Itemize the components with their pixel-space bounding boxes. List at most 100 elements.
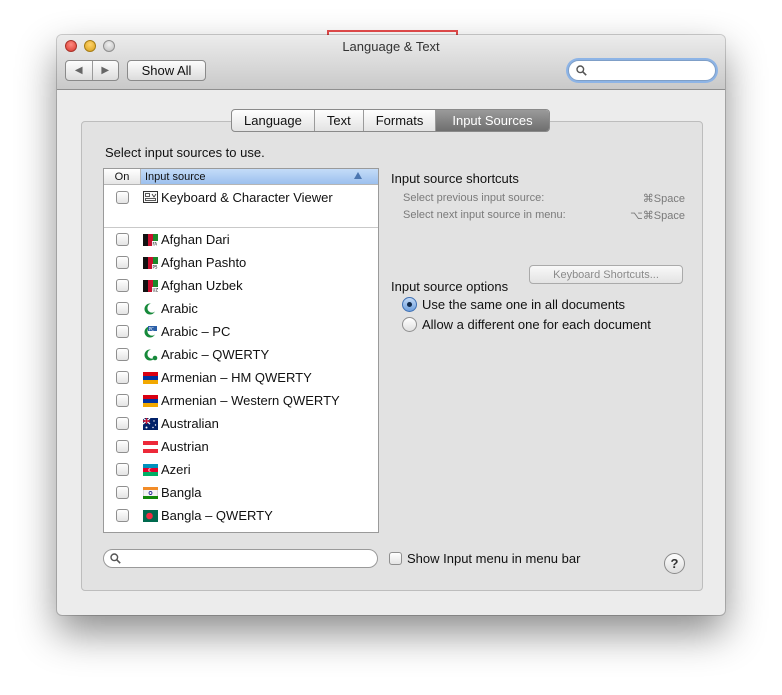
search-icon (576, 65, 587, 76)
enable-checkbox[interactable] (116, 394, 129, 407)
option-different-per-document[interactable]: Allow a different one for each document (402, 317, 651, 332)
previous-source-key: ⌘Space (642, 193, 685, 205)
keyboard-shortcuts-button[interactable]: Keyboard Shortcuts... (529, 265, 683, 284)
enable-checkbox[interactable] (116, 486, 129, 499)
enable-checkbox[interactable] (116, 371, 129, 384)
list-item[interactable]: Bangla – QWERTY (104, 504, 378, 527)
bangladesh-flag-icon (143, 509, 158, 522)
bangla-icon (143, 486, 158, 499)
preferences-search-field[interactable] (568, 60, 716, 81)
list-item[interactable]: Arabic – QWERTY (104, 343, 378, 366)
forward-button[interactable]: ▶ (91, 61, 119, 80)
armenia-flag-icon (143, 394, 158, 407)
window-title: Language & Text (342, 39, 440, 54)
afghanistan-flag-icon: FA (143, 233, 158, 246)
tab-language[interactable]: Language (232, 110, 314, 131)
list-item-label: Afghan Dari (161, 232, 230, 247)
previous-source-label: Select previous input source: (403, 192, 545, 204)
tab-bar: Language Text Formats Input Sources (231, 109, 550, 132)
list-item[interactable]: Armenian – HM QWERTY (104, 366, 378, 389)
enable-checkbox[interactable] (116, 348, 129, 361)
column-header-input-source[interactable]: Input source (141, 169, 378, 184)
azerbaijan-flag-icon (143, 463, 158, 476)
enable-checkbox[interactable] (116, 190, 129, 204)
enable-checkbox[interactable] (116, 302, 129, 315)
radio-same-in-all[interactable] (402, 297, 417, 312)
preferences-window: Language & Text ◀ ▶ Show All Language Te… (57, 35, 725, 615)
list-item[interactable]: Bangla (104, 481, 378, 504)
svg-text:UZ: UZ (153, 287, 159, 292)
list-item[interactable]: Keyboard & Character Viewer (104, 185, 378, 209)
next-source-key: ⌥⌘Space (630, 210, 685, 222)
next-source-label: Select next input source in menu: (403, 209, 566, 221)
input-source-list[interactable]: On Input source Keyboard & Character Vie… (103, 168, 379, 533)
list-item[interactable]: PC Arabic – PC (104, 320, 378, 343)
column-header-input-source-label: Input source (145, 170, 206, 183)
shortcuts-heading: Input source shortcuts (391, 171, 519, 186)
instructions-label: Select input sources to use. (105, 145, 265, 160)
show-all-button[interactable]: Show All (127, 60, 206, 81)
input-source-search-field[interactable] (103, 549, 378, 568)
list-item-label: Australian (161, 416, 219, 431)
enable-checkbox[interactable] (116, 325, 129, 338)
enable-checkbox[interactable] (116, 417, 129, 430)
enable-checkbox[interactable] (116, 279, 129, 292)
options-heading: Input source options (391, 279, 509, 294)
australia-flag-icon (143, 417, 158, 430)
crescent-pc-icon: PC (144, 325, 157, 337)
crescent-icon (144, 348, 158, 360)
list-item-label: Arabic – QWERTY (161, 347, 270, 362)
svg-text:FA: FA (153, 241, 158, 246)
list-item-label: Afghan Uzbek (161, 278, 243, 293)
list-item-label: Afghan Pashto (161, 255, 247, 270)
enable-checkbox[interactable] (116, 463, 129, 476)
back-button[interactable]: ◀ (66, 61, 92, 80)
list-item-label: Arabic – PC (161, 324, 231, 339)
forward-arrow-icon: ▶ (101, 65, 110, 76)
list-item[interactable]: Australian (104, 412, 378, 435)
enable-checkbox[interactable] (116, 256, 129, 269)
back-arrow-icon: ◀ (74, 65, 83, 76)
next-source-shortcut: Select next input source in menu: ⌥⌘Spac… (403, 209, 685, 222)
search-icon (110, 553, 121, 564)
show-input-menu-label: Show Input menu in menu bar (407, 551, 581, 566)
svg-text:PC: PC (149, 326, 154, 331)
afghanistan-flag-icon: PS (143, 256, 158, 269)
list-item-label: Azeri (161, 462, 191, 477)
list-header: On Input source (104, 169, 378, 185)
enable-checkbox[interactable] (116, 509, 129, 522)
enable-checkbox[interactable] (116, 233, 129, 246)
list-item-label: Armenian – HM QWERTY (161, 370, 312, 385)
back-forward-control: ◀ ▶ (65, 60, 119, 81)
titlebar: Language & Text ◀ ▶ Show All (57, 35, 725, 90)
list-item-label: Keyboard & Character Viewer (161, 189, 333, 205)
help-button[interactable]: ? (664, 553, 685, 574)
list-item-label: Bangla – QWERTY (161, 508, 273, 523)
tab-text[interactable]: Text (313, 110, 363, 131)
enable-checkbox[interactable] (116, 440, 129, 453)
sort-ascending-icon (354, 172, 362, 179)
list-item[interactable]: Armenian – Western QWERTY (104, 389, 378, 412)
crescent-icon (144, 302, 157, 314)
tab-input-sources[interactable]: Input Sources (435, 110, 549, 131)
show-input-menu-option[interactable]: Show Input menu in menu bar (389, 551, 580, 566)
radio-different-per-document[interactable] (402, 317, 417, 332)
list-item[interactable]: FA Afghan Dari (104, 228, 378, 251)
svg-text:PS: PS (153, 264, 158, 269)
list-item[interactable]: Azeri (104, 458, 378, 481)
list-item[interactable]: PS Afghan Pashto (104, 251, 378, 274)
list-item[interactable]: Arabic (104, 297, 378, 320)
list-separator (104, 209, 378, 228)
list-item-label: Arabic (161, 301, 198, 316)
option-same-in-all-documents[interactable]: Use the same one in all documents (402, 297, 625, 312)
keyboard-viewer-icon (143, 191, 158, 203)
list-item-label: Armenian – Western QWERTY (161, 393, 340, 408)
show-input-menu-checkbox[interactable] (389, 552, 402, 565)
option-different-label: Allow a different one for each document (422, 317, 651, 332)
column-header-on[interactable]: On (104, 169, 141, 184)
list-item[interactable]: UZ Afghan Uzbek (104, 274, 378, 297)
list-item[interactable]: Austrian (104, 435, 378, 458)
previous-source-shortcut: Select previous input source: ⌘Space (403, 192, 685, 205)
tab-formats[interactable]: Formats (362, 110, 436, 131)
option-same-label: Use the same one in all documents (422, 297, 626, 312)
